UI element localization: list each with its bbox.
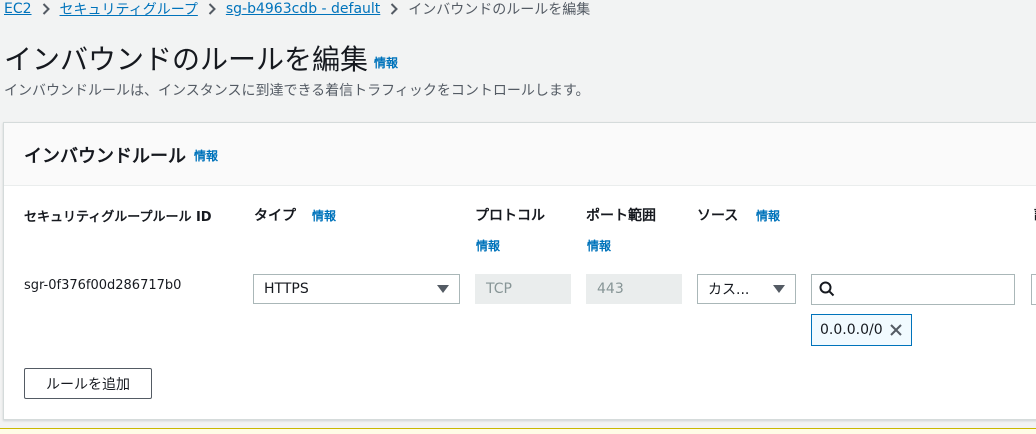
- port-range-info-link[interactable]: 情報: [587, 237, 611, 254]
- search-icon: [819, 281, 835, 301]
- column-type: タイプ: [254, 208, 296, 224]
- column-port-range: ポート範囲: [586, 208, 656, 224]
- type-info-link[interactable]: 情報: [312, 207, 336, 224]
- protocol-value: TCP: [486, 281, 512, 297]
- column-rule-id: セキュリティグループルール ID: [24, 210, 212, 225]
- close-icon[interactable]: [889, 323, 903, 341]
- breadcrumb: EC2 セキュリティグループ sg-b4963cdb - default インバ…: [4, 0, 590, 18]
- source-info-link[interactable]: 情報: [756, 207, 780, 224]
- breadcrumb-security-group-link[interactable]: sg-b4963cdb - default: [226, 1, 380, 17]
- port-range-value: 443: [597, 281, 624, 297]
- chevron-right-icon: [42, 3, 50, 15]
- source-search-field[interactable]: [811, 274, 1015, 305]
- panel-info-link[interactable]: 情報: [194, 147, 218, 164]
- type-select-value: HTTPS: [264, 281, 309, 297]
- source-token: 0.0.0.0/0: [811, 314, 912, 346]
- protocol-info-link[interactable]: 情報: [476, 237, 500, 254]
- page-info-link[interactable]: 情報: [374, 54, 398, 71]
- source-type-value: カス...: [708, 282, 750, 298]
- port-range-field: 443: [586, 274, 682, 304]
- source-search-input[interactable]: [844, 279, 1008, 301]
- panel-header: インバウンドルール 情報: [4, 123, 1036, 186]
- source-token-label: 0.0.0.0/0: [820, 322, 883, 338]
- chevron-right-icon: [390, 3, 399, 15]
- breadcrumb-ec2-link[interactable]: EC2: [4, 1, 32, 17]
- add-rule-button[interactable]: ルールを追加: [24, 368, 152, 399]
- protocol-field: TCP: [475, 274, 571, 304]
- caret-down-icon: [437, 285, 449, 293]
- inbound-rules-panel: インバウンドルール 情報 セキュリティグループルール ID タイプ 情報 プロト…: [3, 122, 1036, 420]
- column-protocol: プロトコル: [475, 208, 545, 224]
- column-source: ソース: [697, 208, 739, 224]
- page-description: インバウンドルールは、インスタンスに到達できる着信トラフィックをコントロールしま…: [4, 83, 590, 99]
- rule-id-value: sgr-0f376f00d286717b0: [24, 278, 182, 293]
- panel-title: インバウンドルール: [24, 146, 186, 167]
- type-select[interactable]: HTTPS: [253, 274, 460, 304]
- breadcrumb-security-groups-link[interactable]: セキュリティグループ: [60, 0, 198, 19]
- caret-down-icon: [773, 285, 785, 293]
- page-title: インバウンドのルールを編集: [4, 43, 369, 76]
- bottom-warning-strip: [0, 428, 1036, 434]
- source-type-select[interactable]: カス...: [697, 274, 796, 304]
- breadcrumb-current: インバウンドのルールを編集: [408, 2, 591, 18]
- chevron-right-icon: [208, 3, 216, 15]
- description-field-cut[interactable]: [1031, 274, 1036, 305]
